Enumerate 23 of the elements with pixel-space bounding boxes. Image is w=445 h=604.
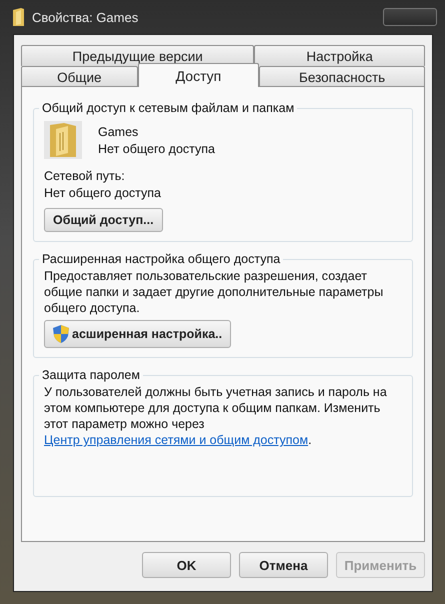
tab[interactable]: Общие (21, 66, 138, 87)
advanced-sharing-button[interactable]: асширенная настройка.. (44, 320, 232, 348)
share-button[interactable]: Общий доступ... (44, 208, 163, 232)
network-path-label: Сетевой путь: (44, 169, 126, 183)
group-title: Расширенная настройка общего доступа (41, 252, 282, 266)
network-path-value: Нет общего доступа (44, 186, 162, 200)
folder-name: Games (98, 124, 140, 138)
network-center-link[interactable]: Центр управления сетями и общим доступом (44, 433, 308, 447)
folder-status: Нет общего доступа (98, 142, 216, 156)
description: Предоставляет пользовательские разрешения, создает общие папки и задает другие дополнительные параметры общего доступа. (44, 268, 384, 316)
shield-icon (53, 325, 69, 343)
folder-icon (44, 121, 82, 159)
tab[interactable]: Безопасность (259, 66, 425, 87)
folder-icon (13, 8, 24, 26)
dialog-button[interactable]: Отмена (239, 552, 328, 578)
tab[interactable]: Доступ (138, 63, 260, 87)
tab[interactable]: Предыдущие версии (21, 45, 254, 66)
tab[interactable]: Настройка (254, 45, 425, 66)
group-title: Защита паролем (41, 368, 141, 382)
description: У пользователей должны быть учетная запись и пароль на этом компьютере для доступа к общим папкам. Изменить этот параметр можно через Центр управления сетями и общим доступом. (44, 384, 388, 448)
group-title: Общий доступ к сетевым файлам и папкам (41, 101, 296, 115)
dialog-button[interactable]: OK (142, 552, 231, 578)
window-title: Свойства: Games (32, 10, 140, 24)
